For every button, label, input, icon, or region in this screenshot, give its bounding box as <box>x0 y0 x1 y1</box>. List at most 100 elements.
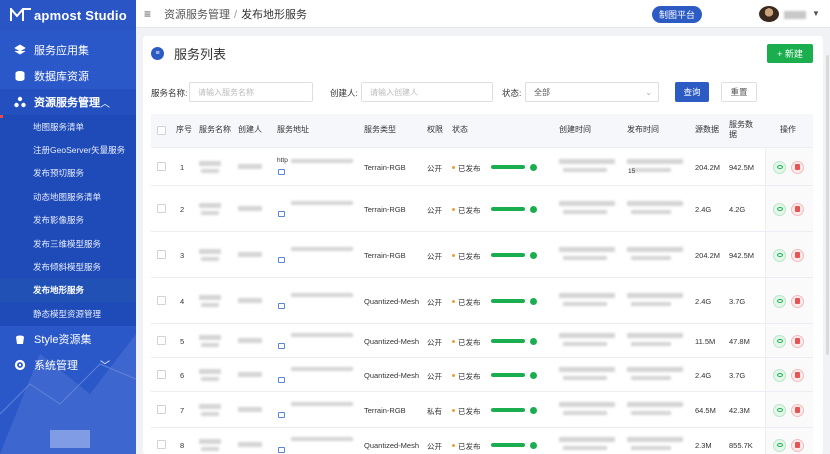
th-name: 服务名称 <box>199 125 231 134</box>
cell-status: 已发布 <box>458 372 481 381</box>
copy-link-icon[interactable] <box>278 211 285 217</box>
view-icon[interactable] <box>773 438 786 452</box>
table-row[interactable]: 1 http Terrain-RGB 公开 已发布 15 204.2M 942.5M <box>151 148 813 186</box>
avatar[interactable] <box>759 6 779 22</box>
app-logo[interactable]: apmost Studio <box>0 0 136 30</box>
username-blurred[interactable] <box>784 11 806 19</box>
cell-address-blurred <box>291 333 353 337</box>
map-platform-button[interactable]: 制图平台 <box>652 6 702 23</box>
service-name-input[interactable]: 请输入服务名称 <box>189 82 313 102</box>
delete-icon[interactable] <box>791 438 804 452</box>
submenu-item[interactable]: 静态模型资源管理 <box>0 302 136 325</box>
table-row[interactable]: 3 Terrain-RGB 公开 已发布 204.2M 942.5M <box>151 232 813 278</box>
delete-icon[interactable] <box>791 294 804 308</box>
cell-type: Terrain-RGB <box>364 205 406 214</box>
card-title: 服务列表 <box>174 47 227 62</box>
row-checkbox[interactable] <box>157 250 166 259</box>
table-row[interactable]: 6 Quantized-Mesh 公开 已发布 2.4G 3.7G <box>151 358 813 392</box>
cell-creator-blurred <box>238 372 262 377</box>
select-all-checkbox[interactable] <box>157 126 166 135</box>
cell-status: 已发布 <box>458 442 481 451</box>
cell-type: Quantized-Mesh <box>364 441 420 450</box>
cell-created-blurred <box>559 333 615 338</box>
th-creator: 创建人 <box>238 125 262 134</box>
copy-link-icon[interactable] <box>278 447 285 453</box>
cell-published-blurred <box>627 367 683 372</box>
view-icon[interactable] <box>773 403 786 417</box>
scrollbar[interactable] <box>826 55 829 355</box>
view-icon[interactable] <box>773 202 786 216</box>
top-header: ≡ 资源服务管理 / 发布地形服务 制图平台 ▼ <box>136 0 830 28</box>
menu-service-apps[interactable]: 服务应用集 <box>0 37 136 63</box>
table-row[interactable]: 5 Quantized-Mesh 公开 已发布 11.5M 47.8M <box>151 324 813 358</box>
view-icon[interactable] <box>773 160 786 174</box>
copy-link-icon[interactable] <box>278 303 285 309</box>
menu-database[interactable]: 数据库资源 <box>0 63 136 89</box>
row-checkbox[interactable] <box>157 296 166 305</box>
table-row[interactable]: 7 Terrain-RGB 私有 已发布 64.5M 42.3M <box>151 392 813 428</box>
delete-icon[interactable] <box>791 160 804 174</box>
table-row[interactable]: 8 Quantized-Mesh 公开 已发布 2.3M 855.7K <box>151 428 813 454</box>
cell-published-blurred <box>631 302 671 306</box>
cell-type: Terrain-RGB <box>364 163 406 172</box>
menu-system[interactable]: 系统管理 ﹀ <box>0 352 136 378</box>
submenu-item[interactable]: 发布影像服务 <box>0 209 136 232</box>
submenu-item[interactable]: 注册GeoServer矢量服务 <box>0 138 136 161</box>
success-check-icon <box>530 251 537 259</box>
delete-icon[interactable] <box>791 202 804 216</box>
copy-link-icon[interactable] <box>278 343 285 349</box>
status-select[interactable]: 全部 ⌄ <box>525 82 659 102</box>
cell-source-data: 204.2M <box>695 163 721 172</box>
cell-type: Quantized-Mesh <box>364 371 420 380</box>
submenu-item[interactable]: 发布预切服务 <box>0 162 136 185</box>
row-checkbox[interactable] <box>157 405 166 414</box>
cell-published-blurred <box>627 437 683 442</box>
new-button[interactable]: + 新建 <box>767 44 813 63</box>
caret-down-icon[interactable]: ▼ <box>812 9 820 18</box>
creator-input[interactable]: 请输入创建人 <box>361 82 493 102</box>
view-icon[interactable] <box>773 294 786 308</box>
menu-toggle-icon[interactable]: ≡ <box>144 7 158 21</box>
th-actions: 操作 <box>780 125 796 134</box>
menu-label: 数据库资源 <box>34 71 89 83</box>
cell-name-blurred <box>199 404 221 409</box>
table-row[interactable]: 4 Quantized-Mesh 公开 已发布 2.4G 3.7G <box>151 278 813 324</box>
table-row[interactable]: 2 Terrain-RGB 公开 已发布 2.4G 4.2G <box>151 186 813 232</box>
copy-link-icon[interactable] <box>278 377 285 383</box>
row-checkbox[interactable] <box>157 370 166 379</box>
menu-style-resources[interactable]: Style资源集 <box>0 326 136 352</box>
row-checkbox[interactable] <box>157 440 166 449</box>
submenu-item[interactable]: 地图服务清单 <box>0 115 136 138</box>
reset-button[interactable]: 重置 <box>721 82 757 102</box>
delete-icon[interactable] <box>791 334 804 348</box>
delete-icon[interactable] <box>791 368 804 382</box>
view-icon[interactable] <box>773 334 786 348</box>
cell-status: 已发布 <box>458 252 481 261</box>
breadcrumb-item[interactable]: 资源服务管理 <box>164 9 230 21</box>
service-table: 序号 服务名称 创建人 服务地址 服务类型 权限 状态 创建时间 发布时间 源数… <box>151 114 813 454</box>
row-checkbox[interactable] <box>157 336 166 345</box>
submenu-item[interactable]: 动态地图服务清单 <box>0 185 136 208</box>
cell-name-blurred <box>201 412 219 416</box>
row-checkbox[interactable] <box>157 204 166 213</box>
delete-icon[interactable] <box>791 248 804 262</box>
menu-resource-service[interactable]: 资源服务管理 ︿ <box>0 89 136 115</box>
copy-link-icon[interactable] <box>278 257 285 263</box>
status-dot <box>452 166 455 169</box>
creator-filter-label: 创建人: <box>330 88 358 98</box>
submenu-item[interactable]: 发布倾斜模型服务 <box>0 255 136 278</box>
copy-link-icon[interactable] <box>278 169 285 175</box>
submenu-item-active[interactable]: 发布地形服务 <box>0 278 136 303</box>
submenu-item[interactable]: 发布三维模型服务 <box>0 232 136 255</box>
cell-creator-blurred <box>238 298 262 303</box>
view-icon[interactable] <box>773 248 786 262</box>
menu-label: 系统管理 <box>34 359 78 372</box>
query-button[interactable]: 查询 <box>675 82 709 102</box>
view-icon[interactable] <box>773 368 786 382</box>
delete-icon[interactable] <box>791 403 804 417</box>
cell-address-blurred <box>291 201 353 205</box>
cell-index: 2 <box>180 205 185 214</box>
copy-link-icon[interactable] <box>278 412 285 418</box>
row-checkbox[interactable] <box>157 162 166 171</box>
cell-status: 已发布 <box>458 407 481 416</box>
